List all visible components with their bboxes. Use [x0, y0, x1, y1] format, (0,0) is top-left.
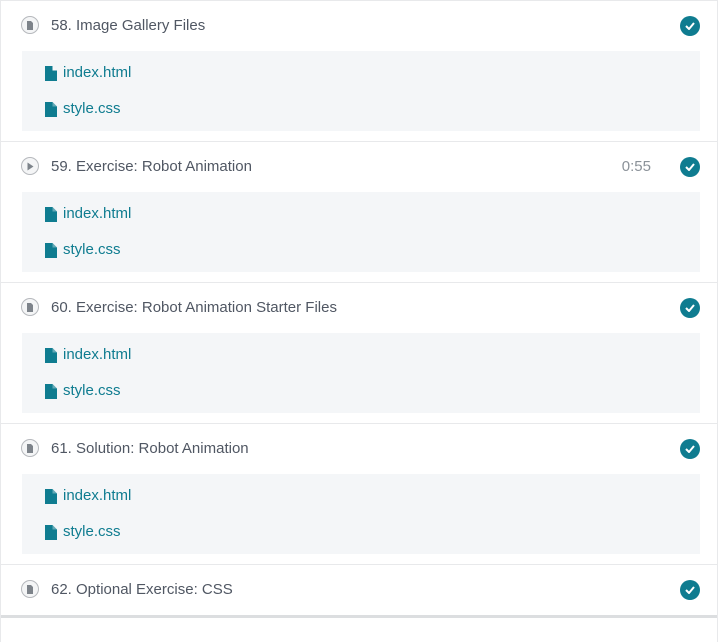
lecture-title: 60. Exercise: Robot Animation Starter Fi…: [51, 299, 337, 316]
lecture-title: 58. Image Gallery Files: [51, 17, 206, 34]
lecture-title: 59. Exercise: Robot Animation: [51, 158, 252, 175]
resource-label: style.css: [63, 241, 121, 258]
lecture-item: 59. Exercise: Robot Animation 0:55 index…: [1, 142, 717, 283]
file-icon: [45, 101, 57, 117]
lecture-duration: 0:55: [621, 158, 651, 175]
resource-label: index.html: [63, 487, 132, 504]
resource-label: index.html: [63, 346, 132, 363]
resource-link[interactable]: index.html: [22, 337, 700, 373]
file-icon: [21, 298, 39, 316]
resource-label: index.html: [63, 64, 132, 81]
file-icon: [45, 206, 57, 222]
resource-label: style.css: [63, 523, 121, 540]
lecture-header[interactable]: 59. Exercise: Robot Animation 0:55: [1, 142, 717, 192]
lecture-title: 61. Solution: Robot Animation: [51, 440, 249, 457]
resource-list: index.html style.css: [22, 474, 700, 554]
completed-check-icon[interactable]: [680, 16, 700, 36]
resource-link[interactable]: index.html: [22, 478, 700, 514]
file-icon: [45, 347, 57, 363]
lecture-header[interactable]: 58. Image Gallery Files: [1, 1, 717, 51]
completed-check-icon[interactable]: [680, 298, 700, 318]
resource-link[interactable]: index.html: [22, 55, 700, 91]
file-icon: [45, 383, 57, 399]
file-icon: [21, 16, 39, 34]
resource-list: index.html style.css: [22, 333, 700, 413]
lecture-header[interactable]: 62. Optional Exercise: CSS: [1, 565, 717, 615]
lecture-header[interactable]: 61. Solution: Robot Animation: [1, 424, 717, 474]
file-icon: [45, 242, 57, 258]
resource-list: index.html style.css: [22, 192, 700, 272]
lecture-title: 62. Optional Exercise: CSS: [51, 581, 233, 598]
play-icon[interactable]: [21, 157, 39, 175]
completed-check-icon[interactable]: [680, 439, 700, 459]
file-icon: [21, 439, 39, 457]
curriculum-lecture-list: 58. Image Gallery Files index.html style…: [0, 0, 718, 642]
lecture-header[interactable]: 60. Exercise: Robot Animation Starter Fi…: [1, 283, 717, 333]
file-icon: [45, 524, 57, 540]
resource-label: index.html: [63, 205, 132, 222]
resource-label: style.css: [63, 100, 121, 117]
resource-link[interactable]: style.css: [22, 91, 700, 127]
completed-check-icon[interactable]: [680, 157, 700, 177]
lecture-item: 62. Optional Exercise: CSS: [1, 565, 717, 618]
resource-label: style.css: [63, 382, 121, 399]
lecture-item: 60. Exercise: Robot Animation Starter Fi…: [1, 283, 717, 424]
file-icon: [45, 488, 57, 504]
resource-link[interactable]: style.css: [22, 232, 700, 268]
lecture-item: 58. Image Gallery Files index.html style…: [1, 1, 717, 142]
resource-link[interactable]: style.css: [22, 514, 700, 550]
resource-list: index.html style.css: [22, 51, 700, 131]
lecture-item: 61. Solution: Robot Animation index.html…: [1, 424, 717, 565]
resource-link[interactable]: index.html: [22, 196, 700, 232]
resource-link[interactable]: style.css: [22, 373, 700, 409]
file-icon: [45, 65, 57, 81]
file-icon: [21, 580, 39, 598]
completed-check-icon[interactable]: [680, 580, 700, 600]
